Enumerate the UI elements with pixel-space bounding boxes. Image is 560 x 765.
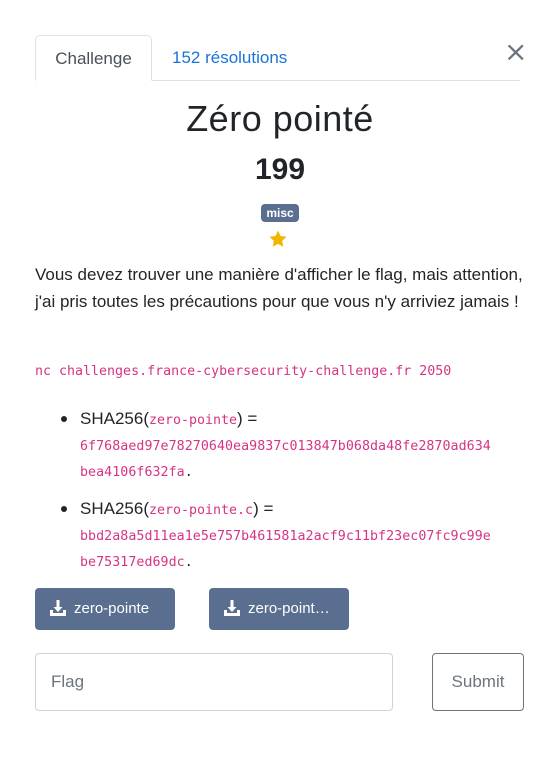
hash-end: .: [184, 555, 193, 570]
download-icon: [50, 600, 66, 616]
list-item: SHA256(zero-pointe.c) = bbd2a8a5d11ea1e5…: [35, 495, 525, 576]
connection-command: nc challenges.france-cybersecurity-chall…: [35, 364, 452, 379]
list-item: SHA256(zero-pointe) = 6f768aed97e7827064…: [35, 405, 525, 486]
download-source-button[interactable]: zero-point…: [209, 588, 349, 630]
submit-button[interactable]: Submit: [432, 653, 524, 711]
download-icon: [224, 600, 240, 616]
category-badge-wrap: misc: [0, 204, 560, 222]
tab-bar: Challenge 152 résolutions: [35, 35, 520, 81]
download-label: zero-pointe: [74, 600, 150, 617]
hash-value-line: bbd2a8a5d11ea1e5e757b461581a2acf9c11bf23…: [80, 529, 491, 544]
hash-end: .: [184, 465, 193, 480]
hash-list: SHA256(zero-pointe) = 6f768aed97e7827064…: [35, 405, 525, 585]
category-badge: misc: [261, 204, 299, 222]
hash-filename: zero-pointe: [148, 413, 238, 428]
hash-value-line: 6f768aed97e78270640ea9837c013847b068da48…: [80, 439, 491, 454]
hash-value-tail: be75317ed69dc: [80, 555, 185, 570]
hash-suffix: ) =: [253, 499, 274, 518]
download-binary-button[interactable]: zero-pointe: [35, 588, 175, 630]
hash-prefix: SHA256(: [80, 499, 149, 518]
download-label: zero-point…: [248, 600, 330, 617]
tab-challenge[interactable]: Challenge: [35, 35, 152, 81]
hash-value-tail: bea4106f632fa: [80, 465, 185, 480]
hash-value-line-2: be75317ed69dc.: [80, 550, 525, 576]
hash-filename: zero-pointe.c: [148, 503, 254, 518]
close-icon[interactable]: ×: [504, 38, 527, 66]
tab-resolutions[interactable]: 152 résolutions: [172, 35, 287, 81]
hash-prefix: SHA256(: [80, 409, 149, 428]
flag-input[interactable]: [35, 653, 393, 711]
star-icon: [269, 230, 287, 247]
challenge-points: 199: [254, 153, 306, 186]
hash-value-line-2: bea4106f632fa.: [80, 460, 525, 486]
challenge-description: Vous devez trouver une manière d'affiche…: [35, 265, 523, 311]
hash-suffix: ) =: [237, 409, 258, 428]
challenge-title: Zéro pointé: [186, 98, 374, 139]
